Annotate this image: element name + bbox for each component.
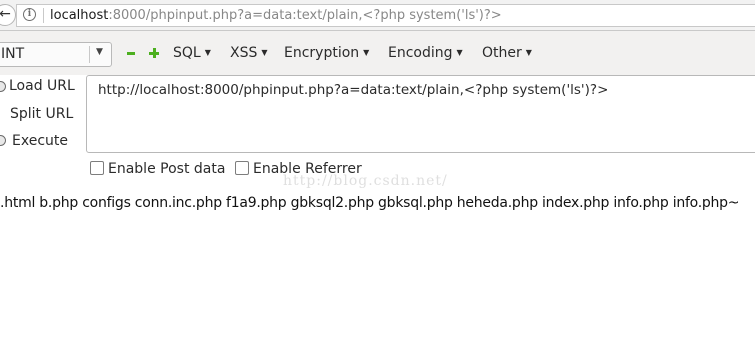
execute-button[interactable]: Execute xyxy=(12,133,68,149)
enable-referrer-checkbox[interactable] xyxy=(235,161,249,175)
menu-encryption[interactable]: Encryption ▼ xyxy=(284,45,369,61)
url-path: :8000/phpinput.php?a=data:text/plain,<?p… xyxy=(108,8,502,23)
enable-post-checkbox[interactable] xyxy=(90,161,104,175)
menu-xss[interactable]: XSS ▼ xyxy=(230,45,268,61)
url-text: localhost:8000/phpinput.php?a=data:text/… xyxy=(50,7,502,24)
menu-other-label: Other xyxy=(482,45,522,61)
menu-encoding[interactable]: Encoding ▼ xyxy=(388,45,463,61)
type-select-value: INT xyxy=(1,46,25,62)
caret-down-icon: ▼ xyxy=(525,48,532,57)
select-separator xyxy=(89,46,90,63)
execute-icon xyxy=(0,135,6,146)
back-arrow-icon[interactable]: ← xyxy=(0,4,16,26)
caret-down-icon: ▼ xyxy=(261,48,268,57)
command-output: .html b.php configs conn.inc.php f1a9.ph… xyxy=(0,195,740,211)
url-host: localhost xyxy=(50,8,109,23)
caret-down-icon: ▼ xyxy=(456,48,463,57)
load-url-button[interactable]: Load URL xyxy=(9,78,75,94)
caret-down-icon: ▼ xyxy=(363,48,370,57)
split-url-button[interactable]: Split URL xyxy=(10,106,73,122)
menu-sql-label: SQL xyxy=(173,45,201,61)
menu-encryption-label: Encryption xyxy=(284,45,360,61)
caret-down-icon: ▼ xyxy=(204,48,211,57)
type-select[interactable]: INT ▼ xyxy=(0,42,112,67)
url-textarea[interactable]: http://localhost:8000/phpinput.php?a=dat… xyxy=(86,75,755,153)
url-textarea-value: http://localhost:8000/phpinput.php?a=dat… xyxy=(98,82,609,98)
watermark: http://blog.csdn.net/ xyxy=(283,173,448,189)
menu-other[interactable]: Other ▼ xyxy=(482,45,532,61)
enable-post-label: Enable Post data xyxy=(108,161,226,177)
plus-icon[interactable] xyxy=(149,48,159,58)
url-field[interactable]: i localhost:8000/phpinput.php?a=data:tex… xyxy=(16,4,755,27)
menu-sql[interactable]: SQL ▼ xyxy=(173,45,211,61)
menu-encoding-label: Encoding xyxy=(388,45,453,61)
info-icon[interactable]: i xyxy=(23,8,36,21)
chevron-down-icon: ▼ xyxy=(96,47,103,57)
url-separator xyxy=(43,8,44,23)
menu-xss-label: XSS xyxy=(230,45,258,61)
load-url-icon xyxy=(0,81,6,92)
address-bar: ← i localhost:8000/phpinput.php?a=data:t… xyxy=(0,0,755,31)
hackbar-toolbar: INT ▼ SQL ▼ XSS ▼ Encryption ▼ Encoding ▼ Ot… xyxy=(0,31,755,75)
minus-icon[interactable] xyxy=(127,52,135,55)
